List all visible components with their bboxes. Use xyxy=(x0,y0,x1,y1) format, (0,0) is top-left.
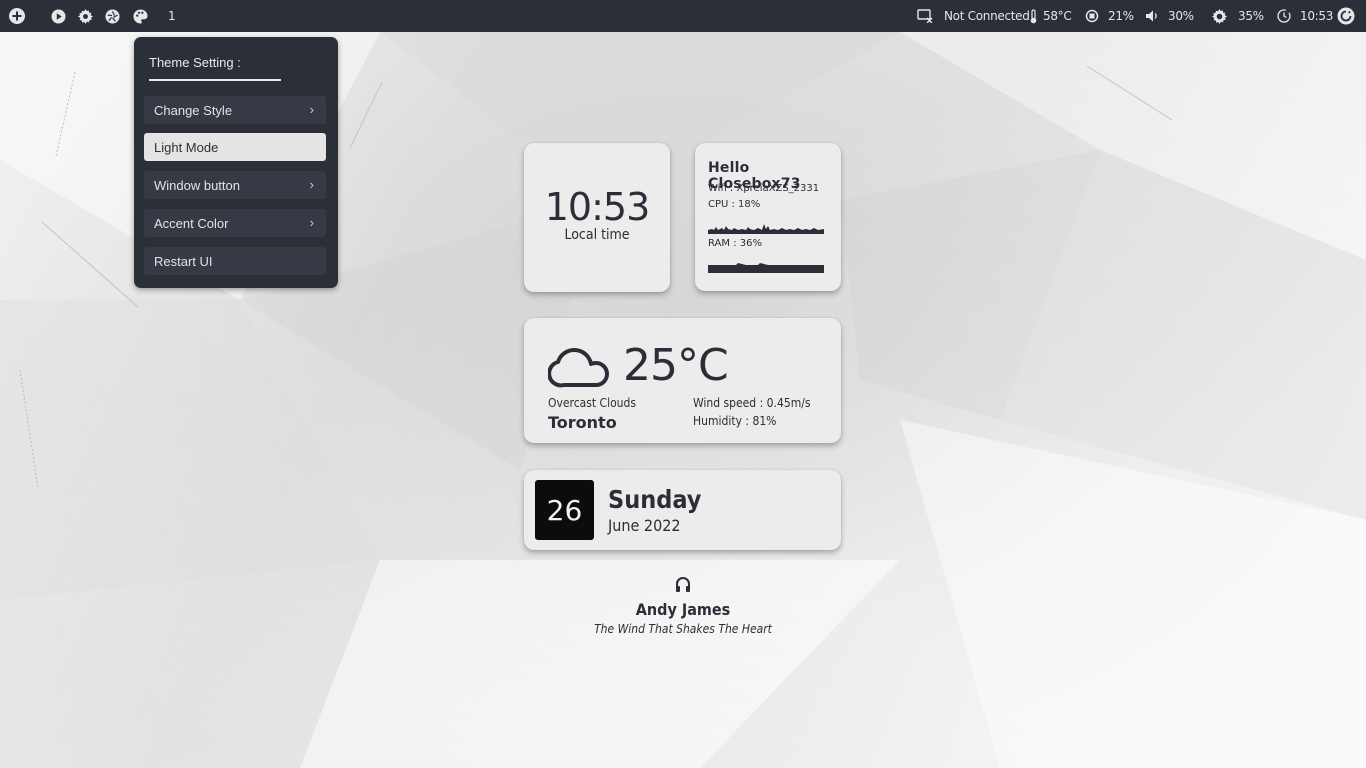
humidity: Humidity : 81% xyxy=(693,414,777,428)
top-panel: 1 Not Connected 58°C 21% 30% 35% 10:53 xyxy=(0,0,1366,32)
menu-title: Theme Setting : xyxy=(149,55,281,81)
clock-icon xyxy=(1277,9,1291,23)
temperature-status[interactable]: 58°C xyxy=(1029,0,1072,32)
play-icon[interactable] xyxy=(49,0,67,32)
music-widget: Andy James The Wind That Shakes The Hear… xyxy=(523,575,843,636)
clock-label: 10:53 xyxy=(1300,9,1334,23)
network-label: Not Connected xyxy=(944,9,1030,23)
add-icon[interactable] xyxy=(6,0,28,32)
volume-status[interactable]: 30% xyxy=(1145,0,1194,32)
clock-label: Local time xyxy=(564,227,630,243)
cpu-icon xyxy=(1085,9,1099,23)
cpu-label: CPU : 18% xyxy=(708,199,761,210)
cloud-icon xyxy=(548,347,609,388)
network-disconnected-icon xyxy=(917,9,933,23)
network-status[interactable]: Not Connected xyxy=(917,0,1030,32)
palette-icon[interactable] xyxy=(131,0,149,32)
weather-temperature: 25°C xyxy=(623,340,729,391)
weather-city: Toronto xyxy=(548,413,617,432)
menu-item-light-mode[interactable]: Light Mode xyxy=(144,133,326,161)
system-widget: Hello Closebox73 Wifi : XpreiaXZS_2331 C… xyxy=(695,143,841,291)
menu-item-label: Window button xyxy=(154,177,240,193)
aperture-icon[interactable] xyxy=(103,0,121,32)
cpu-graph xyxy=(708,224,824,234)
clock-widget: 10:53 Local time xyxy=(524,143,670,292)
brightness-icon xyxy=(1212,8,1227,24)
day-number: 26 xyxy=(535,480,594,540)
gear-icon[interactable] xyxy=(76,0,94,32)
cpu-label: 21% xyxy=(1108,9,1134,23)
menu-item-label: Restart UI xyxy=(154,253,213,269)
menu-item-label: Accent Color xyxy=(154,215,229,231)
weather-widget: 25°C Overcast Clouds Toronto Wind speed … xyxy=(524,318,841,443)
month-year: June 2022 xyxy=(608,516,681,535)
date-widget: 26 Sunday June 2022 xyxy=(524,470,841,550)
clock-time: 10:53 xyxy=(544,185,651,229)
clock-status[interactable]: 10:53 xyxy=(1277,0,1333,32)
ram-graph xyxy=(708,263,824,273)
weekday: Sunday xyxy=(608,485,702,514)
menu-item-label: Change Style xyxy=(154,102,233,118)
menu-item-window-button[interactable]: Window button › xyxy=(144,171,326,199)
chevron-right-icon: › xyxy=(309,215,314,230)
weather-description: Overcast Clouds xyxy=(548,396,637,410)
volume-label: 30% xyxy=(1168,9,1194,23)
brightness-status[interactable]: 35% xyxy=(1212,0,1264,32)
wind-speed: Wind speed : 0.45m/s xyxy=(693,396,811,410)
power-icon[interactable] xyxy=(1335,0,1357,32)
music-artist: Andy James xyxy=(635,600,731,619)
music-title: The Wind That Shakes The Heart xyxy=(594,622,772,636)
ram-label: RAM : 36% xyxy=(708,238,762,249)
brightness-label: 35% xyxy=(1238,9,1264,23)
menu-item-change-style[interactable]: Change Style › xyxy=(144,96,326,124)
workspace-indicator[interactable]: 1 xyxy=(168,0,176,32)
theme-settings-menu: Theme Setting : Change Style › Light Mod… xyxy=(134,37,338,288)
cpu-status[interactable]: 21% xyxy=(1085,0,1134,32)
menu-item-restart-ui[interactable]: Restart UI xyxy=(144,247,326,275)
chevron-right-icon: › xyxy=(309,102,314,117)
temperature-label: 58°C xyxy=(1043,9,1072,23)
headphones-icon xyxy=(676,577,690,592)
chevron-right-icon: › xyxy=(309,177,314,192)
menu-item-label: Light Mode xyxy=(154,139,219,155)
menu-item-accent-color[interactable]: Accent Color › xyxy=(144,209,326,237)
thermometer-icon xyxy=(1030,8,1037,23)
speaker-icon xyxy=(1146,10,1157,22)
wifi-label: Wifi : XpreiaXZS_2331 xyxy=(708,183,820,194)
